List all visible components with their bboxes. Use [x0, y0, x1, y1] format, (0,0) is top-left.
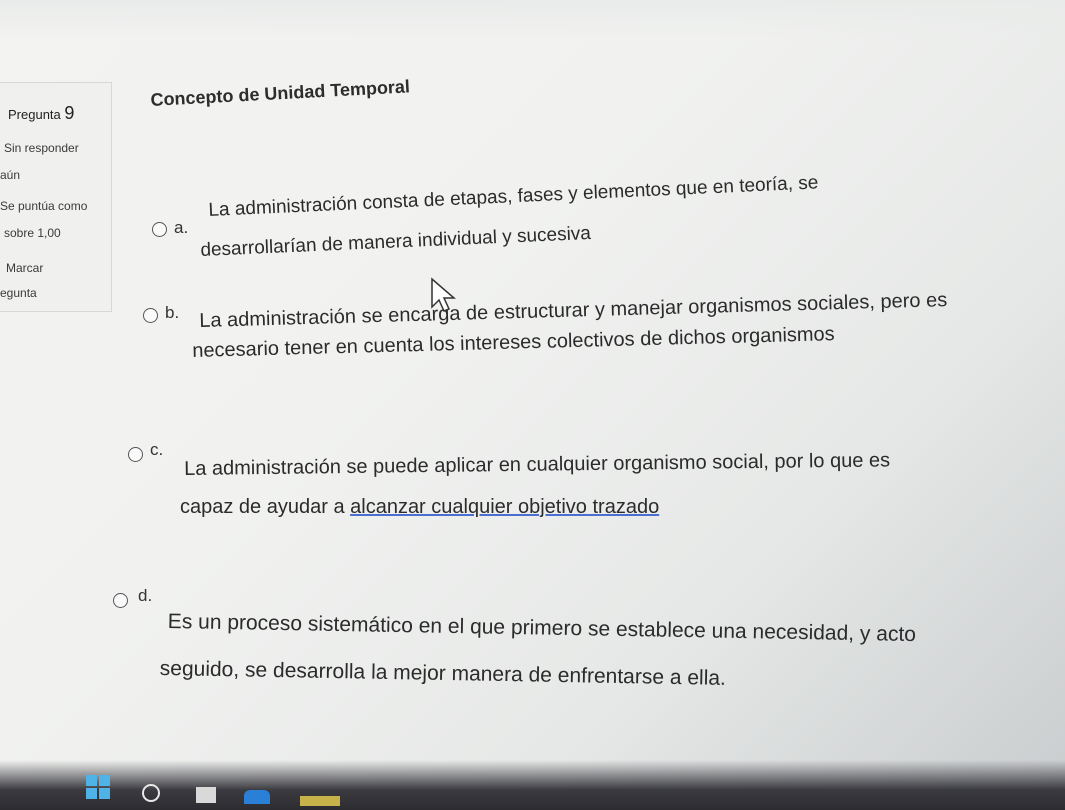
option-letter: d. — [138, 586, 153, 605]
question-score: Se puntúa como — [0, 199, 88, 213]
app-icon[interactable] — [300, 796, 340, 806]
option-letter: a. — [174, 218, 189, 237]
taskbar — [0, 760, 1065, 810]
flag-question-link-2[interactable]: egunta — [0, 286, 37, 300]
mouse-cursor-icon — [431, 277, 457, 312]
option-letter: b. — [165, 303, 180, 322]
radio-button-b[interactable] — [143, 308, 158, 323]
option-text-line: seguido, se desarrolla la mejor manera d… — [159, 657, 727, 690]
option-text-line: La administración se puede aplicar en cu… — [184, 449, 891, 480]
search-icon[interactable] — [142, 784, 160, 802]
file-explorer-icon[interactable] — [196, 787, 216, 803]
app-icon[interactable] — [244, 790, 270, 804]
radio-button-d[interactable] — [113, 593, 128, 608]
flag-question-link[interactable]: Marcar — [6, 261, 43, 275]
option-text-line: Es un proceso sistemático en el que prim… — [167, 610, 917, 647]
question-title: Concepto de Unidad Temporal — [150, 76, 411, 110]
option-text-line: La administración se encarga de estructu… — [199, 289, 948, 332]
windows-start-icon[interactable] — [86, 775, 110, 799]
option-text-line: desarrollarían de manera individual y su… — [200, 222, 592, 261]
radio-button-a[interactable] — [152, 222, 167, 237]
question-state: Sin responder — [4, 141, 79, 155]
radio-button-c[interactable] — [128, 447, 143, 462]
question-state-2: aún — [0, 168, 21, 182]
question-score-2: sobre 1,00 — [4, 226, 61, 240]
option-text-line: La administración consta de etapas, fase… — [208, 172, 819, 221]
question-number-label: Pregunta 9 — [8, 103, 75, 123]
screen-top-shade — [0, 0, 1065, 40]
option-text-line: capaz de ayudar a alcanzar cualquier obj… — [180, 496, 660, 518]
option-letter: c. — [150, 440, 164, 459]
question-info-panel: Pregunta 9 Sin responder aún Se puntúa c… — [0, 82, 112, 312]
